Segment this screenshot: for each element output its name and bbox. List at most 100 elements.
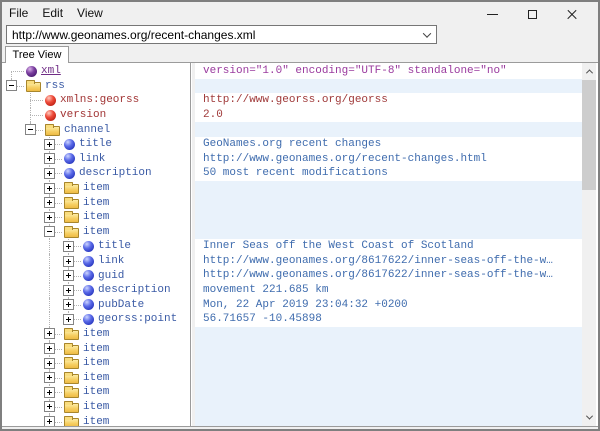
- tree-guide: [2, 210, 21, 225]
- tree-node-label[interactable]: title: [98, 240, 131, 252]
- value-row: http://www.geonames.org/recent-changes.h…: [195, 152, 586, 167]
- tree-node-description[interactable]: description: [2, 283, 190, 298]
- tree-guide: [2, 370, 21, 385]
- tree-node-item[interactable]: item: [2, 385, 190, 400]
- tree-node-guid[interactable]: guid: [2, 268, 190, 283]
- tree-node-label[interactable]: link: [79, 153, 105, 165]
- expander-plus-icon[interactable]: [44, 183, 55, 194]
- expander-plus-icon[interactable]: [63, 314, 74, 325]
- tree-node-label[interactable]: item: [83, 328, 109, 340]
- tree-node-label[interactable]: item: [83, 357, 109, 369]
- tree-node-link[interactable]: link: [2, 254, 190, 269]
- expander-plus-icon[interactable]: [63, 241, 74, 252]
- expander-plus-icon[interactable]: [44, 358, 55, 369]
- expander-plus-icon[interactable]: [63, 285, 74, 296]
- tree-node-item[interactable]: item: [2, 225, 190, 240]
- tree-node-xml[interactable]: xml: [2, 64, 190, 79]
- expander-plus-icon[interactable]: [44, 387, 55, 398]
- tree-guide: [21, 137, 40, 152]
- expander-plus-icon[interactable]: [44, 168, 55, 179]
- tree-node-label[interactable]: link: [98, 255, 124, 267]
- tree-node-link[interactable]: link: [2, 152, 190, 167]
- expander-plus-icon[interactable]: [44, 328, 55, 339]
- tree-node-version[interactable]: version: [2, 108, 190, 123]
- sphere-red-icon: [45, 95, 56, 106]
- scrollbar-thumb[interactable]: [582, 80, 596, 190]
- tree-expander-cell: [59, 254, 78, 269]
- tree-node-label[interactable]: item: [83, 401, 109, 413]
- tree-node-item[interactable]: item: [2, 327, 190, 342]
- expander-plus-icon[interactable]: [44, 153, 55, 164]
- folder-icon: [45, 126, 60, 136]
- tree-node-item[interactable]: item: [2, 400, 190, 415]
- tree-node-label[interactable]: item: [83, 211, 109, 223]
- url-dropdown-button[interactable]: [418, 26, 436, 43]
- tab-tree-view[interactable]: Tree View: [5, 46, 69, 63]
- tree-node-rss[interactable]: rss: [2, 79, 190, 94]
- tree-guide: [21, 210, 40, 225]
- expander-minus-icon[interactable]: [44, 226, 55, 237]
- expander-plus-icon[interactable]: [44, 343, 55, 354]
- expander-minus-icon[interactable]: [25, 124, 36, 135]
- tree-node-label[interactable]: item: [83, 182, 109, 194]
- tree-node-channel[interactable]: channel: [2, 122, 190, 137]
- tree-node-label[interactable]: title: [79, 138, 112, 150]
- tree-node-label[interactable]: version: [60, 109, 106, 121]
- tree-node-label[interactable]: item: [83, 226, 109, 238]
- url-input[interactable]: [7, 27, 418, 42]
- tree-node-xmlns:georss[interactable]: xmlns:georss: [2, 93, 190, 108]
- tree-node-item[interactable]: item: [2, 195, 190, 210]
- tree-node-label[interactable]: item: [83, 416, 109, 426]
- expander-plus-icon[interactable]: [44, 372, 55, 383]
- tree-node-item[interactable]: item: [2, 356, 190, 371]
- tree-node-title[interactable]: title: [2, 239, 190, 254]
- tree-node-label[interactable]: description: [98, 284, 171, 296]
- expander-plus-icon[interactable]: [44, 416, 55, 426]
- scrollbar-down-button[interactable]: [582, 409, 596, 426]
- tree-node-label[interactable]: item: [83, 372, 109, 384]
- expander-plus-icon[interactable]: [44, 212, 55, 223]
- tree-guide: [2, 181, 21, 196]
- tree-node-label[interactable]: description: [79, 167, 152, 179]
- tree-node-item[interactable]: item: [2, 370, 190, 385]
- tree-node-label[interactable]: xml: [41, 65, 61, 77]
- expander-plus-icon[interactable]: [63, 256, 74, 267]
- sphere-blue-icon: [83, 270, 94, 281]
- tree-node-georss:point[interactable]: georss:point: [2, 312, 190, 327]
- tree-node-item[interactable]: item: [2, 414, 190, 426]
- tree-node-label[interactable]: guid: [98, 270, 124, 282]
- tree-node-item[interactable]: item: [2, 210, 190, 225]
- tree-node-item[interactable]: item: [2, 341, 190, 356]
- expander-plus-icon[interactable]: [63, 299, 74, 310]
- close-button[interactable]: [552, 5, 592, 23]
- tree-expander-cell: [40, 210, 59, 225]
- tree-node-label[interactable]: pubDate: [98, 299, 144, 311]
- expander-plus-icon[interactable]: [63, 270, 74, 281]
- folder-icon: [64, 199, 79, 209]
- expander-plus-icon[interactable]: [44, 401, 55, 412]
- tree-node-label[interactable]: rss: [45, 80, 65, 92]
- minimize-button[interactable]: [472, 5, 512, 23]
- tree-node-title[interactable]: title: [2, 137, 190, 152]
- expander-plus-icon[interactable]: [44, 197, 55, 208]
- tree-node-label[interactable]: item: [83, 343, 109, 355]
- value-row-empty: [195, 225, 586, 240]
- menu-edit[interactable]: Edit: [42, 4, 71, 22]
- scrollbar-up-button[interactable]: [582, 63, 596, 80]
- tree-expander-cell: [40, 400, 59, 415]
- tree-node-pubDate[interactable]: pubDate: [2, 298, 190, 313]
- tree-node-label[interactable]: georss:point: [98, 313, 177, 325]
- menu-file[interactable]: File: [9, 4, 36, 22]
- expander-minus-icon[interactable]: [6, 80, 17, 91]
- tree-node-label[interactable]: item: [83, 197, 109, 209]
- tree-expander-cell: [2, 79, 21, 94]
- expander-plus-icon[interactable]: [44, 139, 55, 150]
- tree-node-label[interactable]: item: [83, 386, 109, 398]
- tree-node-label[interactable]: xmlns:georss: [60, 94, 139, 106]
- tree-node-label[interactable]: channel: [64, 124, 110, 136]
- tree-node-description[interactable]: description: [2, 166, 190, 181]
- tree-node-item[interactable]: item: [2, 181, 190, 196]
- maximize-button[interactable]: [512, 5, 552, 23]
- menu-view[interactable]: View: [77, 4, 111, 22]
- tree-guide: [21, 152, 40, 167]
